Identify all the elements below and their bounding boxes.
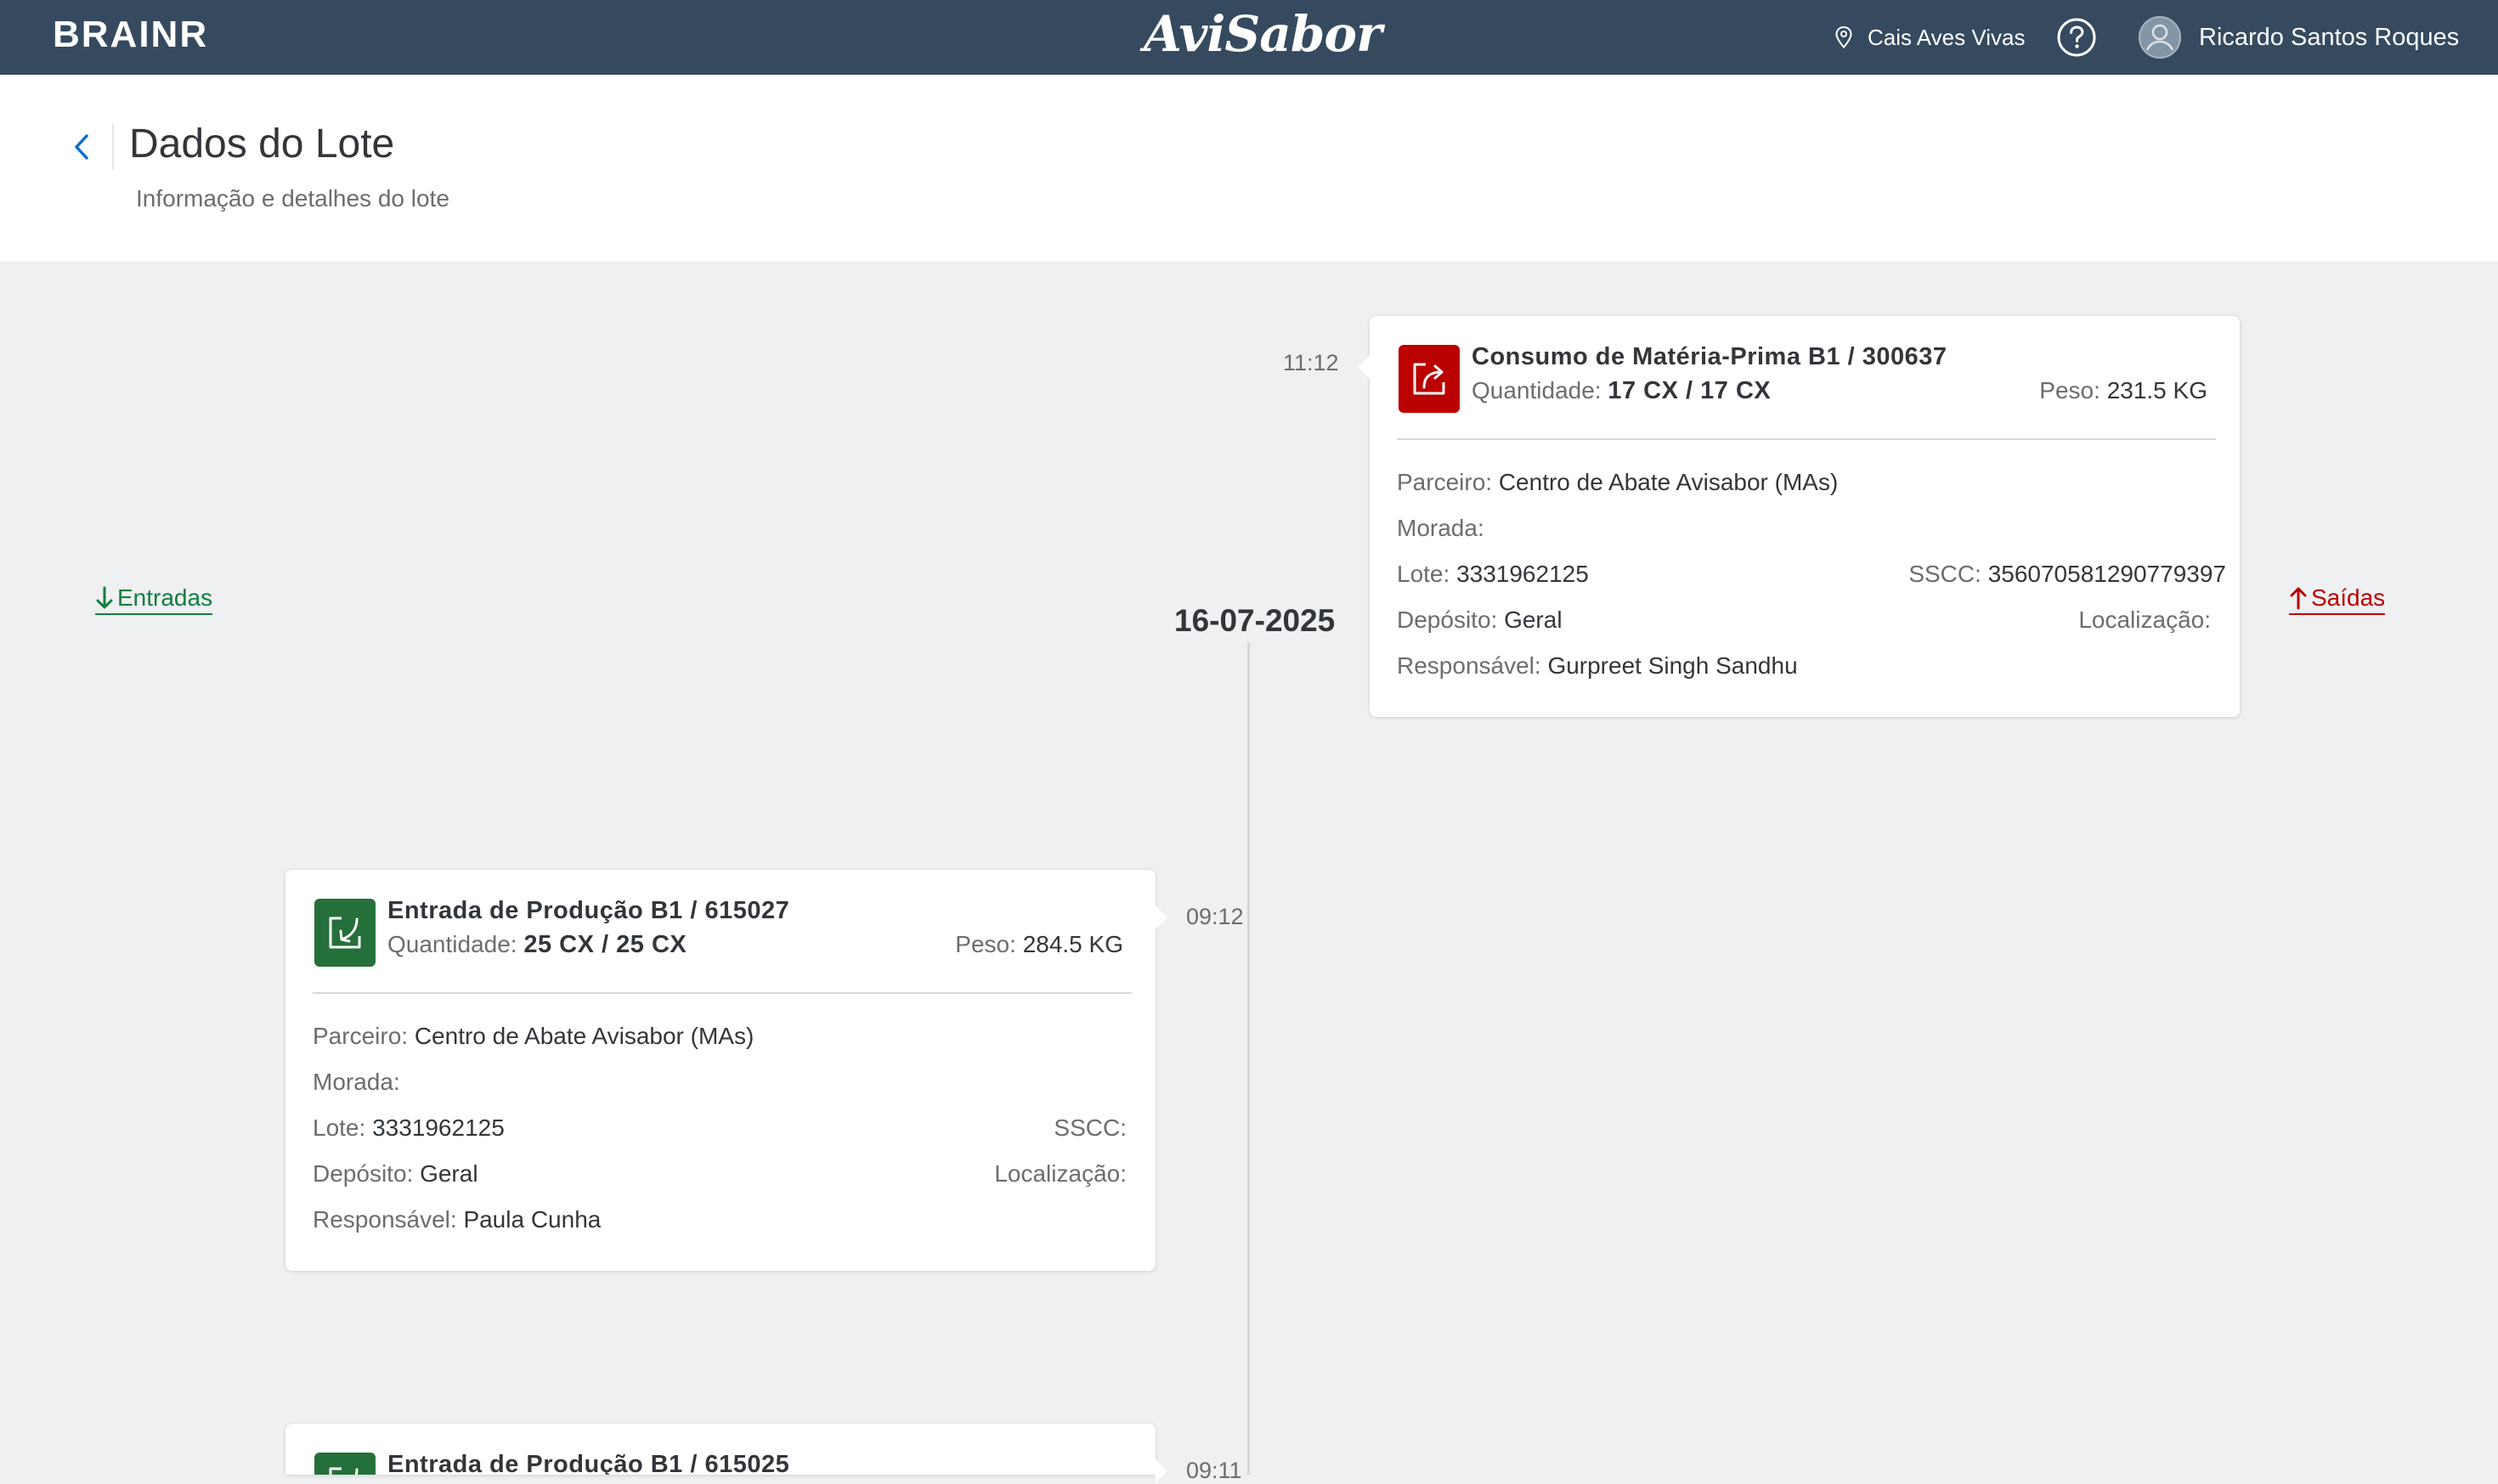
card-title: Entrada de Produção B1 / 615027 — [387, 897, 790, 924]
card-title: Entrada de Produção B1 / 615025 — [387, 1451, 790, 1475]
responsavel-label: Responsável: — [1397, 652, 1541, 679]
quantidade-value: 17 CX / 17 CX — [1608, 377, 1772, 404]
lote-label: Lote: — [313, 1114, 366, 1141]
responsavel-field: Responsável: Gurpreet Singh Sandhu — [1397, 652, 1798, 680]
morada-field: Morada: — [313, 1069, 400, 1096]
deposito-label: Depósito: — [1397, 607, 1498, 633]
sscc-field: SSCC: — [1054, 1114, 1127, 1142]
sscc-field: SSCC: 356070581290779397 — [1908, 561, 2226, 588]
deposito-value: Geral — [1504, 607, 1563, 633]
sscc-label: SSCC: — [1054, 1114, 1127, 1141]
quantidade-field: Quantidade: 17 CX / 17 CX — [1472, 377, 1771, 405]
card-type-badge — [314, 1453, 376, 1475]
back-button[interactable] — [66, 126, 97, 168]
page-subtitle: Informação e detalhes do lote — [136, 185, 449, 212]
entradas-link[interactable]: Entradas — [95, 584, 213, 615]
lote-value: 3331962125 — [1456, 561, 1589, 587]
peso-value: 284.5 KG — [1022, 931, 1123, 957]
card-title: Consumo de Matéria-Prima B1 / 300637 — [1472, 343, 1947, 370]
brand-logo[interactable]: BRAINR — [53, 14, 208, 56]
arrow-up-icon — [2290, 587, 2307, 610]
location-label: Cais Aves Vivas — [1868, 24, 2026, 50]
responsavel-value: Paula Cunha — [463, 1206, 602, 1233]
deposito-value: Geral — [420, 1160, 478, 1187]
localizacao-field: Localização: — [994, 1160, 1127, 1188]
responsavel-label: Responsável: — [313, 1206, 457, 1233]
entry-time: 11:12 — [1283, 350, 1339, 375]
peso-value: 231.5 KG — [2106, 377, 2207, 403]
page-header — [0, 75, 2498, 262]
quantidade-value: 25 CX / 25 CX — [523, 931, 687, 958]
saidas-link[interactable]: Saídas — [2289, 584, 2386, 615]
parceiro-field: Parceiro: Centro de Abate Avisabor (MAs) — [1397, 469, 1838, 496]
lote-field: Lote: 3331962125 — [313, 1114, 505, 1142]
timeline-line — [1247, 642, 1250, 1475]
peso-field: Peso: 284.5 KG — [955, 931, 1123, 958]
peso-label: Peso: — [2039, 377, 2100, 403]
timeline-date: 16-07-2025 — [1174, 603, 1336, 638]
morada-label: Morada: — [1397, 515, 1484, 541]
deposito-label: Depósito: — [313, 1160, 414, 1187]
lote-field: Lote: 3331962125 — [1397, 561, 1589, 588]
quantidade-field: Quantidade: 25 CX / 25 CX — [387, 931, 687, 959]
morada-label: Morada: — [313, 1069, 400, 1095]
responsavel-field: Responsável: Paula Cunha — [313, 1206, 601, 1233]
card-type-badge — [314, 899, 376, 967]
company-logo: AviSabor — [1144, 5, 1382, 63]
user-name: Ricardo Santos Roques — [2199, 23, 2460, 51]
card-divider — [1397, 438, 2216, 440]
movement-card[interactable]: Consumo de Matéria-Prima B1 / 300637 Qua… — [1358, 316, 2240, 717]
saidas-label: Saídas — [2311, 584, 2386, 611]
localizacao-label: Localização: — [2078, 607, 2211, 633]
parceiro-label: Parceiro: — [1397, 469, 1493, 495]
parceiro-field: Parceiro: Centro de Abate Avisabor (MAs) — [313, 1023, 754, 1050]
import-icon — [329, 917, 361, 949]
card-divider — [313, 992, 1132, 994]
map-pin-icon — [1835, 26, 1852, 48]
deposito-field: Depósito: Geral — [1397, 607, 1563, 634]
deposito-field: Depósito: Geral — [313, 1160, 478, 1188]
quantidade-label: Quantidade: — [1472, 377, 1602, 403]
import-icon — [329, 1467, 359, 1475]
peso-field: Peso: 231.5 KG — [2039, 377, 2207, 404]
user-menu[interactable]: Ricardo Santos Roques — [2138, 15, 2459, 59]
entradas-label: Entradas — [117, 584, 213, 611]
user-avatar-icon — [2139, 16, 2181, 59]
location-selector[interactable]: Cais Aves Vivas — [1835, 20, 2025, 54]
sscc-value: 356070581290779397 — [1987, 561, 2226, 587]
help-circle-icon — [2057, 18, 2096, 57]
chevron-left-icon — [75, 134, 88, 160]
parceiro-label: Parceiro: — [313, 1023, 409, 1049]
morada-field: Morada: — [1397, 515, 1484, 542]
arrow-down-icon — [96, 586, 113, 609]
entry-time: 09:11 — [1186, 1458, 1242, 1483]
movement-card[interactable]: Entrada de Produção B1 / 615027 Quantida… — [285, 870, 1167, 1271]
header-separator — [112, 124, 114, 170]
parceiro-value: Centro de Abate Avisabor (MAs) — [414, 1023, 754, 1049]
export-icon — [1413, 363, 1445, 395]
shell-bar: BRAINR AviSabor Cais Aves Vivas Ricardo … — [0, 0, 2498, 75]
lote-value: 3331962125 — [372, 1114, 505, 1141]
responsavel-value: Gurpreet Singh Sandhu — [1547, 652, 1798, 679]
movement-card[interactable]: Entrada de Produção B1 / 615025 — [285, 1424, 1167, 1483]
sscc-label: SSCC: — [1908, 561, 1981, 587]
parceiro-value: Centro de Abate Avisabor (MAs) — [1498, 469, 1839, 495]
entry-time: 09:12 — [1186, 904, 1244, 929]
quantidade-label: Quantidade: — [387, 931, 517, 957]
localizacao-field: Localização: — [2078, 607, 2211, 634]
localizacao-label: Localização: — [994, 1160, 1127, 1187]
page-title: Dados do Lote — [129, 121, 395, 166]
lote-label: Lote: — [1397, 561, 1450, 587]
help-button[interactable] — [2056, 17, 2097, 58]
card-type-badge — [1399, 345, 1460, 413]
peso-label: Peso: — [955, 931, 1016, 957]
